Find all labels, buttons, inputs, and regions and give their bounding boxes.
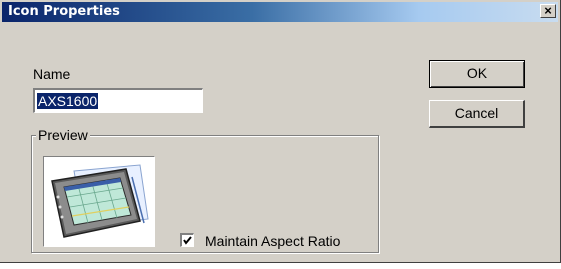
name-label: Name (33, 66, 71, 82)
maintain-aspect-checkbox[interactable] (180, 233, 194, 247)
preview-image-frame (43, 156, 155, 247)
name-field-value: AXS1600 (37, 93, 99, 109)
close-icon: × (544, 3, 552, 18)
title-bar[interactable]: Icon Properties × (2, 2, 558, 22)
name-field[interactable]: AXS1600 (33, 88, 203, 113)
preview-group-label: Preview (36, 127, 90, 143)
cancel-button[interactable]: Cancel (429, 100, 525, 128)
tablet-device-icon (51, 164, 149, 238)
maintain-aspect-label[interactable]: Maintain Aspect Ratio (205, 233, 340, 249)
icon-properties-dialog: Icon Properties × Name AXS1600 OK Cancel… (0, 0, 561, 263)
close-button[interactable]: × (540, 4, 556, 18)
checkmark-icon (183, 236, 192, 245)
dialog-title: Icon Properties (8, 4, 120, 19)
ok-button[interactable]: OK (429, 60, 525, 88)
